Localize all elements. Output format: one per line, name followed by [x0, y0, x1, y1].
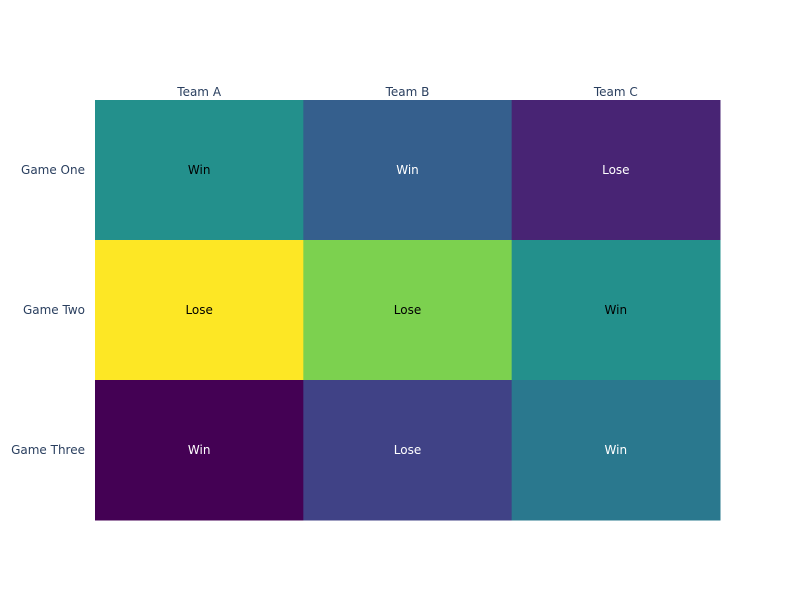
- cell-text-label: Lose: [185, 303, 212, 317]
- cell-text-label: Win: [605, 443, 628, 457]
- cell-text-label: Lose: [394, 303, 421, 317]
- y-axis-tick-labels: Game One Game Two Game Three: [11, 163, 85, 457]
- x-tick-label: Team B: [385, 85, 430, 99]
- y-tick-label: Game Three: [11, 443, 85, 457]
- x-tick-label: Team C: [593, 85, 638, 99]
- cell-text-label: Lose: [602, 163, 629, 177]
- y-tick-label: Game Two: [23, 303, 85, 317]
- cell-text-label: Lose: [394, 443, 421, 457]
- cell-text-label: Win: [188, 163, 211, 177]
- cell-text-label: Win: [188, 443, 211, 457]
- cell-text-label: Win: [396, 163, 419, 177]
- y-tick-label: Game One: [21, 163, 85, 177]
- x-tick-label: Team A: [176, 85, 222, 99]
- x-axis-tick-labels: Team A Team B Team C: [176, 85, 638, 99]
- cell-text-label: Win: [605, 303, 628, 317]
- heatmap-chart: Win Win LoseLose Lose WinWin Lose Win Team A Te…: [11, 85, 721, 521]
